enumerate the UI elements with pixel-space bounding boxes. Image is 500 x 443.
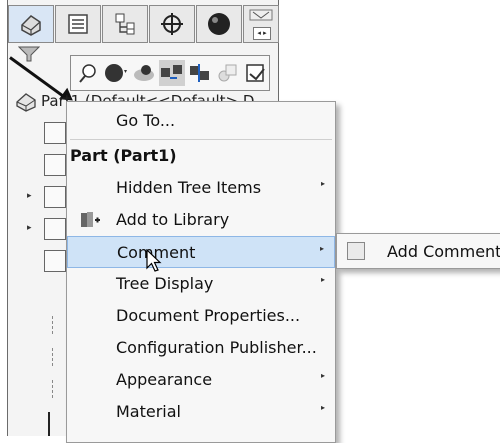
part-icon bbox=[16, 93, 36, 112]
zoom-to-fit-icon[interactable] bbox=[75, 60, 101, 86]
submenu-arrow-icon: ▸ bbox=[320, 371, 325, 380]
submenu-arrow-icon: ▸ bbox=[320, 275, 325, 284]
menu-item-add-to-library[interactable]: Add to Library bbox=[67, 204, 335, 236]
menu-item-material[interactable]: Material ▸ bbox=[67, 396, 335, 428]
scene-icon[interactable] bbox=[131, 60, 157, 86]
tab-display-manager[interactable] bbox=[196, 5, 242, 43]
menu-item-document-properties[interactable]: Document Properties... bbox=[67, 300, 335, 332]
menu-item-tree-display[interactable]: Tree Display ▸ bbox=[67, 268, 335, 300]
annotations-folder-icon[interactable] bbox=[44, 186, 66, 208]
menu-item-appearance[interactable]: Appearance ▸ bbox=[67, 364, 335, 396]
menu-item-label: Document Properties... bbox=[116, 306, 301, 325]
menu-item-label: Hidden Tree Items bbox=[116, 178, 262, 197]
display-style-icon[interactable] bbox=[103, 60, 129, 86]
sensors-icon[interactable] bbox=[44, 154, 66, 176]
menu-item-label: Add to Library bbox=[116, 210, 230, 229]
property-manager-icon bbox=[68, 14, 88, 34]
view-orientation-icon[interactable] bbox=[159, 60, 185, 86]
apply-scene-icon[interactable] bbox=[215, 60, 241, 86]
tabs-overflow-icon bbox=[249, 9, 273, 21]
submenu-arrow-icon: ▸ bbox=[319, 244, 324, 253]
tab-feature-manager[interactable] bbox=[8, 5, 54, 43]
submenu-arrow-icon: ▸ bbox=[320, 403, 325, 412]
equations-icon[interactable] bbox=[44, 250, 66, 272]
add-to-library-icon bbox=[79, 210, 101, 234]
plane-icon[interactable] bbox=[52, 380, 56, 398]
dimxpert-icon bbox=[161, 13, 183, 35]
tab-property-manager[interactable] bbox=[55, 5, 101, 43]
menu-item-hidden-tree-items[interactable]: Hidden Tree Items ▸ bbox=[67, 172, 335, 204]
menu-header-part: Part (Part1) bbox=[67, 140, 335, 172]
submenu-arrow-icon: ▸ bbox=[320, 179, 325, 188]
menu-item-go-to[interactable]: Go To... bbox=[67, 105, 335, 137]
feature-toolbar bbox=[70, 55, 270, 91]
context-menu: Go To... Part (Part1) Hidden Tree Items … bbox=[66, 101, 336, 443]
menu-header-label: Part (Part1) bbox=[70, 146, 177, 165]
menu-item-label: Material bbox=[116, 402, 181, 421]
annotations-icon[interactable] bbox=[44, 218, 66, 240]
manager-tabs: ◂ ▸ bbox=[8, 5, 279, 43]
menu-item-label: Configuration Publisher... bbox=[116, 338, 317, 357]
origin-icon[interactable] bbox=[48, 412, 53, 436]
plane-icon[interactable] bbox=[52, 316, 56, 334]
comment-submenu: Add Comment bbox=[336, 233, 500, 269]
history-icon[interactable] bbox=[44, 122, 66, 144]
add-comment-icon bbox=[347, 242, 365, 260]
view-settings-icon[interactable] bbox=[243, 60, 269, 86]
display-manager-icon bbox=[208, 13, 230, 35]
tab-scroll[interactable]: ◂ ▸ bbox=[243, 5, 279, 43]
menu-item-label: Go To... bbox=[116, 111, 176, 130]
tab-dimxpert[interactable] bbox=[149, 5, 195, 43]
menu-item-comment[interactable]: Comment ▸ bbox=[67, 236, 335, 268]
tab-configuration-manager[interactable] bbox=[102, 5, 148, 43]
feature-manager-icon bbox=[21, 15, 41, 36]
configuration-manager-icon bbox=[115, 13, 135, 35]
material-icon[interactable] bbox=[44, 282, 64, 302]
menu-item-label: Appearance bbox=[116, 370, 213, 389]
menu-item-label: Tree Display bbox=[116, 274, 214, 293]
mouse-cursor-icon bbox=[146, 248, 162, 277]
tab-scroll-arrows-icon[interactable]: ◂ ▸ bbox=[253, 27, 271, 40]
section-view-icon[interactable] bbox=[187, 60, 213, 86]
expand-arrow-icon[interactable]: ▸ bbox=[27, 223, 32, 233]
expand-arrow-icon[interactable]: ▸ bbox=[27, 191, 32, 201]
plane-icon[interactable] bbox=[52, 348, 56, 366]
submenu-item-add-comment[interactable]: Add Comment bbox=[387, 242, 500, 261]
menu-item-configuration-publisher[interactable]: Configuration Publisher... bbox=[67, 332, 335, 364]
